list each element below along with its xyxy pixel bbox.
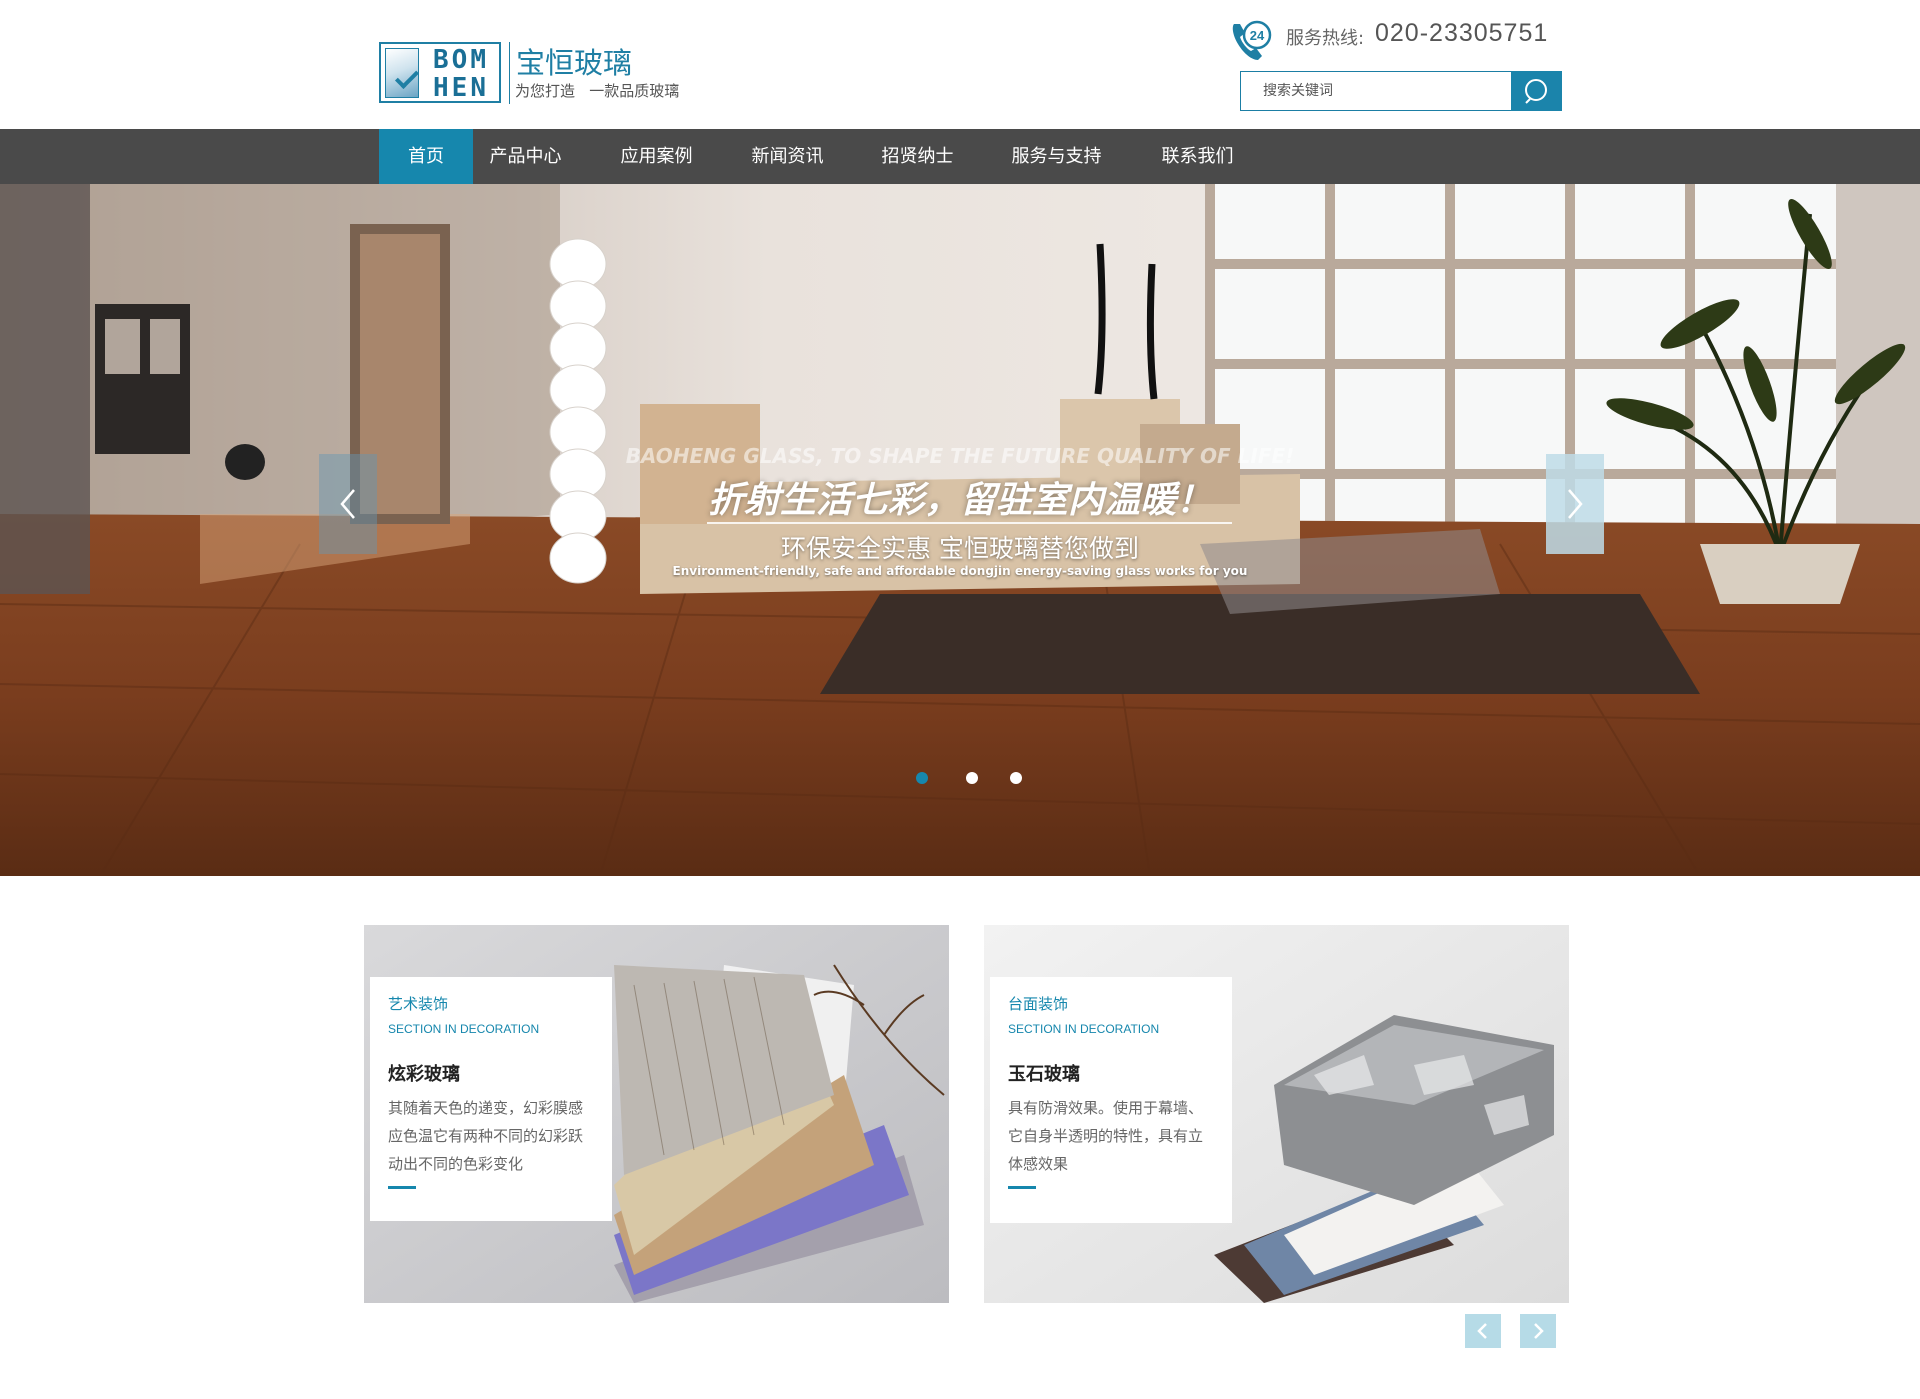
- logo-text-top: BOM: [433, 45, 489, 75]
- banner-title: 折射生活七彩，留驻室内温暖！: [707, 480, 1212, 521]
- phone-24h-icon: 24: [1232, 20, 1272, 60]
- cards-next-button[interactable]: [1520, 1314, 1556, 1348]
- nav-item-contact[interactable]: 联系我们: [1145, 129, 1250, 184]
- search-input[interactable]: [1241, 72, 1511, 110]
- card-accent-bar: [1008, 1186, 1036, 1189]
- slide-dot-2[interactable]: [966, 772, 978, 784]
- brand-slogan: 为您打造 一款品质玻璃: [515, 82, 680, 100]
- card-description: 具有防滑效果。使用于幕墙、它自身半透明的特性，具有立体感效果: [1008, 1099, 1204, 1173]
- nav-item-jobs[interactable]: 招贤纳士: [865, 129, 970, 184]
- card-tag: 台面装饰: [1008, 995, 1069, 1013]
- card-tag-en: SECTION IN DECORATION: [1008, 1022, 1160, 1036]
- banner-subtitle: 环保安全实惠 宝恒玻璃替您做到: [781, 534, 1139, 563]
- slide-dot-1[interactable]: [916, 772, 928, 784]
- slide-dot-3[interactable]: [1010, 772, 1022, 784]
- logo-divider: [509, 42, 510, 104]
- nav-item-cases[interactable]: 应用案例: [604, 129, 709, 184]
- nav-item-support[interactable]: 服务与支持: [998, 129, 1115, 184]
- banner-tagline-en: BAOHENG GLASS, TO SHAPE THE FUTURE QUALI…: [625, 444, 1295, 468]
- banner-subtitle-en: Environment-friendly, safe and affordabl…: [672, 564, 1248, 578]
- nav-item-news[interactable]: 新闻资讯: [735, 129, 840, 184]
- cards-prev-button[interactable]: [1465, 1314, 1501, 1348]
- card-tag: 艺术装饰: [388, 995, 449, 1013]
- banner-divider: [707, 522, 1232, 524]
- search-button[interactable]: [1511, 71, 1562, 111]
- logo-mark-icon: [385, 48, 420, 98]
- chevron-left-icon: [1477, 1323, 1487, 1339]
- search-icon: [1525, 79, 1547, 104]
- nav-item-products[interactable]: 产品中心: [473, 129, 578, 184]
- phone-badge-text: 24: [1250, 28, 1265, 43]
- hotline-number: 020-23305751: [1375, 19, 1549, 47]
- product-card-rainbow-glass[interactable]: 艺术装饰 SECTION IN DECORATION 炫彩玻璃 其随着天色的递变…: [364, 925, 949, 1303]
- card-info-box: 台面装饰 SECTION IN DECORATION 玉石玻璃 具有防滑效果。使…: [990, 977, 1232, 1223]
- main-nav: 首页 产品中心 应用案例 新闻资讯 招贤纳士 服务与支持 联系我们: [0, 129, 1920, 184]
- brand-name: 宝恒玻璃: [516, 46, 633, 80]
- card-info-box: 艺术装饰 SECTION IN DECORATION 炫彩玻璃 其随着天色的递变…: [370, 977, 612, 1221]
- chevron-right-icon: [1534, 1323, 1544, 1339]
- card-title[interactable]: 炫彩玻璃: [388, 1060, 594, 1086]
- nav-item-home[interactable]: 首页: [379, 129, 473, 184]
- card-tag-en: SECTION IN DECORATION: [388, 1022, 540, 1036]
- logo-text-bottom: HEN: [433, 73, 489, 103]
- hotline-label: 服务热线:: [1286, 28, 1365, 49]
- product-card-jade-glass[interactable]: 台面装饰 SECTION IN DECORATION 玉石玻璃 具有防滑效果。使…: [984, 925, 1569, 1303]
- card-title[interactable]: 玉石玻璃: [1008, 1060, 1214, 1086]
- logo[interactable]: BOM HEN: [379, 42, 501, 103]
- hero-banner: BAOHENG GLASS, TO SHAPE THE FUTURE QUALI…: [0, 184, 1920, 876]
- site-header: BOM HEN 宝恒玻璃 为您打造 一款品质玻璃 24 服务热线: 020-23…: [0, 0, 1920, 128]
- search-box: [1240, 71, 1562, 111]
- card-accent-bar: [388, 1186, 416, 1189]
- card-description: 其随着天色的递变，幻彩膜感应色温它有两种不同的幻彩跃动出不同的色彩变化: [388, 1099, 584, 1173]
